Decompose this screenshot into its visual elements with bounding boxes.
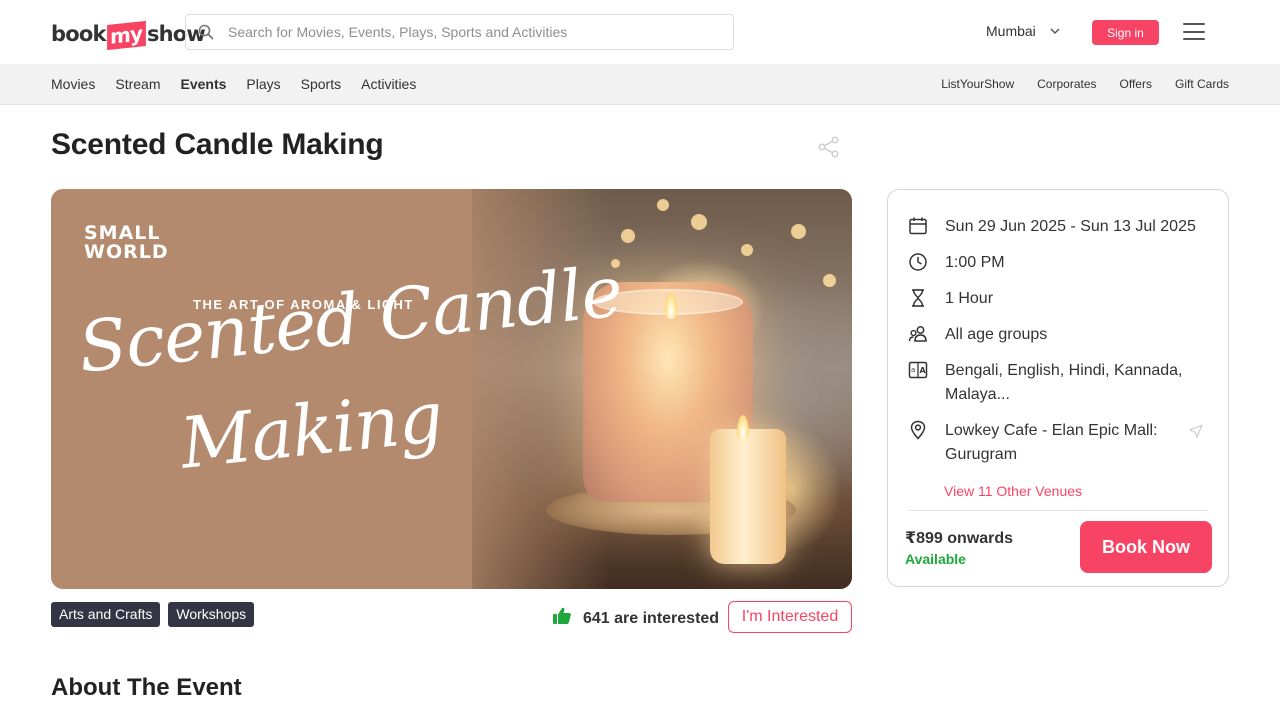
thumbs-up-icon [552, 606, 572, 631]
category-nav: Movies Stream Events Plays Sports Activi… [0, 64, 1280, 105]
language-icon: aA [908, 360, 928, 380]
nav-plays[interactable]: Plays [246, 76, 280, 92]
about-event-heading: About The Event [51, 674, 242, 701]
language-row: aA Bengali, English, Hindi, Kannada, Mal… [908, 359, 1185, 407]
event-banner-image: SMALL WORLD THE ART OF AROMA & LIGHT Sce… [51, 189, 852, 589]
calendar-icon [908, 216, 928, 236]
date-row: Sun 29 Jun 2025 - Sun 13 Jul 2025 [908, 215, 1205, 239]
logo-text-my: my [106, 20, 146, 51]
event-age-group: All age groups [945, 326, 1048, 343]
city-label: Mumbai [986, 23, 1036, 39]
event-time: 1:00 PM [945, 254, 1005, 271]
sign-in-button[interactable]: Sign in [1092, 20, 1159, 45]
nav-offers[interactable]: Offers [1120, 77, 1152, 91]
event-duration: 1 Hour [945, 290, 994, 307]
banner-script-subtitle: Making [176, 375, 446, 485]
search-input[interactable] [228, 24, 708, 40]
search-bar[interactable] [185, 14, 734, 50]
nav-events[interactable]: Events [180, 76, 226, 92]
event-languages: Bengali, English, Hindi, Kannada, Malaya… [945, 362, 1183, 403]
nav-gift-cards[interactable]: Gift Cards [1175, 77, 1229, 91]
nav-sports[interactable]: Sports [301, 76, 341, 92]
small-world-logo: SMALL WORLD [84, 222, 169, 263]
menu-icon[interactable] [1183, 23, 1205, 40]
chevron-down-icon [1050, 28, 1060, 34]
interested-count-text: 641 are interested [583, 609, 720, 627]
nav-corporates[interactable]: Corporates [1037, 77, 1096, 91]
svg-text:A: A [920, 366, 927, 375]
tag-arts-and-crafts[interactable]: Arts and Crafts [51, 602, 161, 627]
nav-list-your-show[interactable]: ListYourShow [941, 77, 1014, 91]
svg-text:a: a [911, 366, 915, 374]
tag-workshops[interactable]: Workshops [168, 602, 255, 627]
time-row: 1:00 PM [908, 251, 1185, 275]
book-now-button[interactable]: Book Now [1080, 521, 1212, 573]
event-tags: Arts and Crafts Workshops [51, 602, 262, 627]
bookmyshow-logo[interactable]: book my show [51, 14, 206, 51]
clock-icon [908, 252, 928, 272]
event-details-card: Sun 29 Jun 2025 - Sun 13 Jul 2025 1:00 P… [887, 189, 1229, 587]
search-icon [198, 24, 214, 40]
nav-stream[interactable]: Stream [115, 76, 160, 92]
availability-status: Available [905, 551, 966, 567]
hourglass-icon [908, 288, 928, 308]
event-venue[interactable]: Lowkey Cafe - Elan Epic Mall: Gurugram [945, 419, 1175, 467]
top-header: bookmyshow Mumbai Sign in [0, 0, 1280, 64]
nav-movies[interactable]: Movies [51, 76, 95, 92]
event-date: Sun 29 Jun 2025 - Sun 13 Jul 2025 [945, 218, 1196, 235]
city-selector[interactable]: Mumbai [986, 23, 1060, 39]
interest-count: 641 are interested [552, 606, 719, 631]
nav-activities[interactable]: Activities [361, 76, 416, 92]
duration-row: 1 Hour [908, 287, 1185, 311]
age-row: All age groups [908, 323, 1185, 347]
event-title: Scented Candle Making [51, 128, 384, 161]
divider [908, 510, 1208, 511]
navigate-arrow-icon[interactable] [1189, 424, 1203, 438]
price-text: ₹899 onwards [905, 530, 1014, 547]
view-other-venues-link[interactable]: View 11 Other Venues [944, 483, 1082, 499]
share-icon[interactable] [818, 136, 840, 158]
im-interested-button[interactable]: I'm Interested [728, 601, 852, 633]
location-pin-icon [908, 420, 928, 440]
logo-text-book: book [51, 22, 106, 46]
venue-row: Lowkey Cafe - Elan Epic Mall: Gurugram [908, 419, 1175, 467]
people-icon [908, 324, 928, 344]
